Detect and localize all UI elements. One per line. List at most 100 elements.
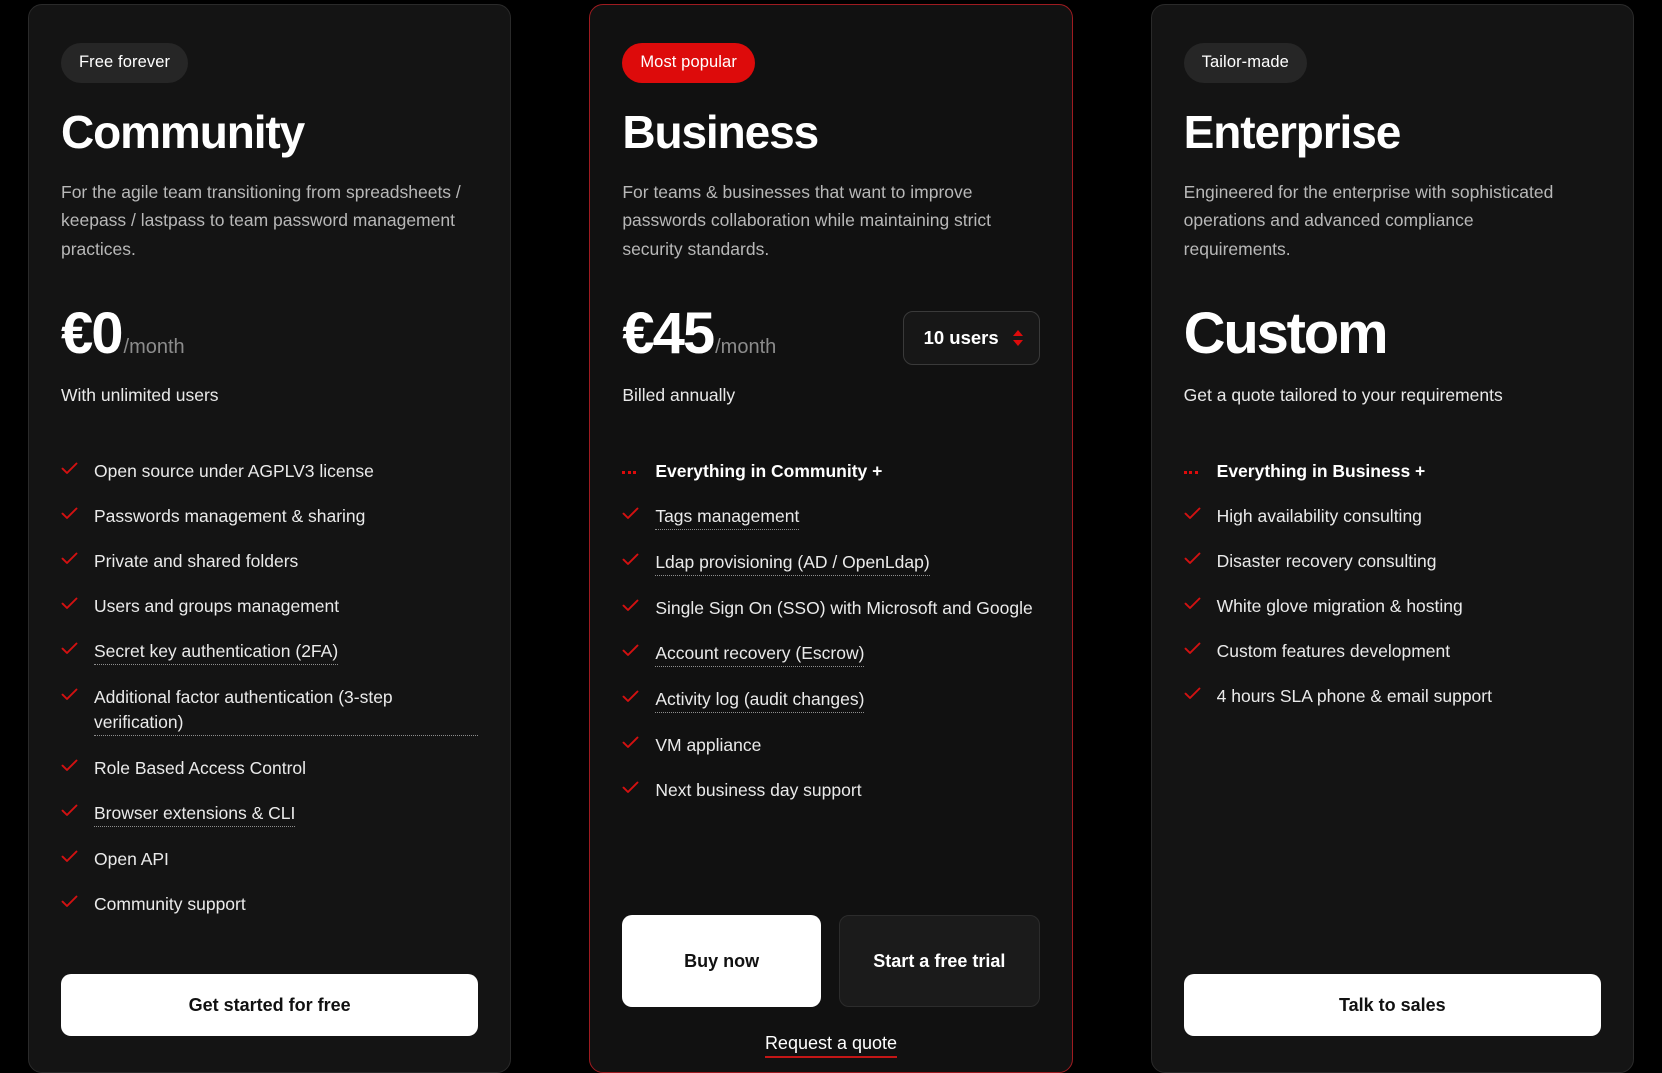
plan-title: Enterprise — [1183, 105, 1402, 158]
price-row: €45/month Billed annually 10 users — [622, 305, 1040, 407]
feature-label[interactable]: Tags management — [655, 504, 800, 531]
price-row: Custom Get a quote tailored to your requi… — [1184, 305, 1601, 407]
price-row: €0/month With unlimited users — [61, 305, 478, 407]
feature-label: Community support — [94, 894, 246, 915]
feature-item: Browser extensions & CLI — [61, 791, 478, 837]
feature-item: Additional factor authentication (3-step… — [61, 675, 479, 746]
plan-badge: Tailor-made — [1183, 43, 1307, 83]
price-block: €45/month Billed annually — [622, 305, 776, 407]
price-subtitle: With unlimited users — [61, 385, 219, 406]
check-icon — [622, 553, 639, 566]
plan-card-enterprise: Tailor-made Enterprise Engineered for the … — [1150, 4, 1634, 1073]
dots-icon — [622, 462, 639, 475]
pricing-plans-grid: Free forever Community For the agile team … — [0, 0, 1662, 1073]
plan-description: Engineered for the enterprise with sophi… — [1183, 181, 1554, 259]
feature-item: Custom features development — [1184, 629, 1601, 674]
feature-item: Community support — [61, 882, 478, 927]
check-icon — [622, 507, 639, 520]
feature-label: Passwords management & sharing — [94, 506, 366, 527]
enterprise-cta-button[interactable]: Talk to sales — [1183, 974, 1601, 1036]
feature-item: Open API — [61, 837, 478, 882]
feature-label[interactable]: Activity log (audit changes) — [655, 687, 865, 714]
feature-item: Tags management — [622, 494, 1039, 540]
price-line: Custom — [1184, 305, 1503, 363]
users-quantity-stepper[interactable]: 10 users — [902, 311, 1040, 366]
check-icon — [1184, 552, 1201, 565]
feature-item: Passwords management & sharing — [61, 494, 478, 539]
price-subtitle: Billed annually — [622, 385, 736, 406]
start-free-trial-button[interactable]: Start a free trial — [839, 915, 1040, 1007]
check-icon — [622, 599, 639, 612]
price-block: Custom Get a quote tailored to your requi… — [1184, 305, 1503, 407]
card-footer: Get started for free — [61, 944, 479, 1072]
price-amount: Custom — [1183, 301, 1389, 367]
feature-list: Everything in Business + High availabilit… — [1183, 449, 1601, 719]
feature-label: Role Based Access Control — [94, 758, 307, 779]
check-icon — [1184, 642, 1201, 655]
feature-item: Everything in Community + — [622, 449, 1039, 494]
feature-item: Single Sign On (SSO) with Microsoft and … — [622, 586, 1039, 631]
feature-label[interactable]: Additional factor authentication (3-step… — [94, 685, 479, 737]
feature-item: VM appliance — [622, 723, 1039, 768]
feature-item: Private and shared folders — [61, 539, 478, 584]
community-cta-button[interactable]: Get started for free — [61, 974, 479, 1036]
request-a-quote-link[interactable]: Request a quote — [764, 1033, 898, 1058]
plan-title: Business — [622, 105, 819, 158]
feature-label[interactable]: Browser extensions & CLI — [94, 801, 296, 828]
feature-list: Everything in Community + Tags management… — [622, 449, 1039, 813]
quote-link-wrapper: Request a quote — [622, 1033, 1039, 1058]
feature-item: Next business day support — [622, 768, 1039, 813]
feature-label: Next business day support — [655, 780, 862, 801]
feature-label[interactable]: Account recovery (Escrow) — [655, 641, 865, 668]
check-icon — [61, 759, 78, 772]
price-subtitle: Get a quote tailored to your requirement… — [1183, 385, 1503, 406]
price-line: €45/month — [622, 305, 776, 363]
price-period: /month — [715, 336, 777, 359]
feature-item: Activity log (audit changes) — [622, 677, 1039, 723]
feature-label: Single Sign On (SSO) with Microsoft and … — [655, 598, 1033, 619]
check-icon — [61, 507, 78, 520]
stepper-increment-icon[interactable] — [1012, 330, 1023, 337]
cta-button-pair: Buy now Start a free trial — [622, 915, 1040, 1007]
feature-label: VM appliance — [655, 735, 762, 756]
feature-label: Private and shared folders — [94, 551, 299, 572]
check-icon — [61, 552, 78, 565]
plan-badge: Most popular — [622, 43, 755, 83]
check-icon — [61, 688, 78, 701]
price-period: /month — [123, 336, 185, 359]
check-icon — [622, 644, 639, 657]
feature-item: 4 hours SLA phone & email support — [1184, 674, 1601, 719]
check-icon — [622, 781, 639, 794]
feature-label: Disaster recovery consulting — [1216, 551, 1437, 572]
check-icon — [61, 642, 78, 655]
price-amount: €0 — [61, 301, 123, 367]
check-icon — [61, 804, 78, 817]
feature-group-heading: Everything in Business + — [1216, 461, 1426, 482]
feature-item: Everything in Business + — [1183, 449, 1601, 494]
buy-now-button[interactable]: Buy now — [622, 915, 821, 1007]
plan-card-community: Free forever Community For the agile team … — [28, 4, 512, 1073]
feature-label[interactable]: Secret key authentication (2FA) — [94, 639, 339, 666]
stepper-decrement-icon[interactable] — [1012, 340, 1023, 347]
price-block: €0/month With unlimited users — [61, 305, 219, 407]
feature-item: Disaster recovery consulting — [1184, 539, 1601, 584]
plan-badge: Free forever — [61, 43, 189, 83]
users-quantity-value: 10 users — [923, 327, 999, 349]
feature-item: White glove migration & hosting — [1184, 584, 1601, 629]
check-icon — [61, 850, 78, 863]
check-icon — [61, 597, 78, 610]
feature-item: High availability consulting — [1184, 494, 1601, 539]
check-icon — [61, 895, 78, 908]
feature-label[interactable]: Ldap provisioning (AD / OpenLdap) — [655, 550, 930, 577]
feature-item: Secret key authentication (2FA) — [61, 629, 478, 675]
feature-label: 4 hours SLA phone & email support — [1216, 686, 1492, 707]
feature-label: Users and groups management — [94, 596, 340, 617]
card-footer: Talk to sales — [1183, 944, 1601, 1072]
plan-description: For teams & businesses that want to impr… — [622, 181, 991, 259]
price-amount: €45 — [622, 301, 715, 367]
feature-list: Open source under AGPLV3 license Password… — [61, 449, 479, 927]
feature-item: Users and groups management — [61, 584, 478, 629]
check-icon — [1184, 597, 1201, 610]
feature-item: Account recovery (Escrow) — [622, 631, 1039, 677]
feature-item: Ldap provisioning (AD / OpenLdap) — [622, 540, 1039, 586]
